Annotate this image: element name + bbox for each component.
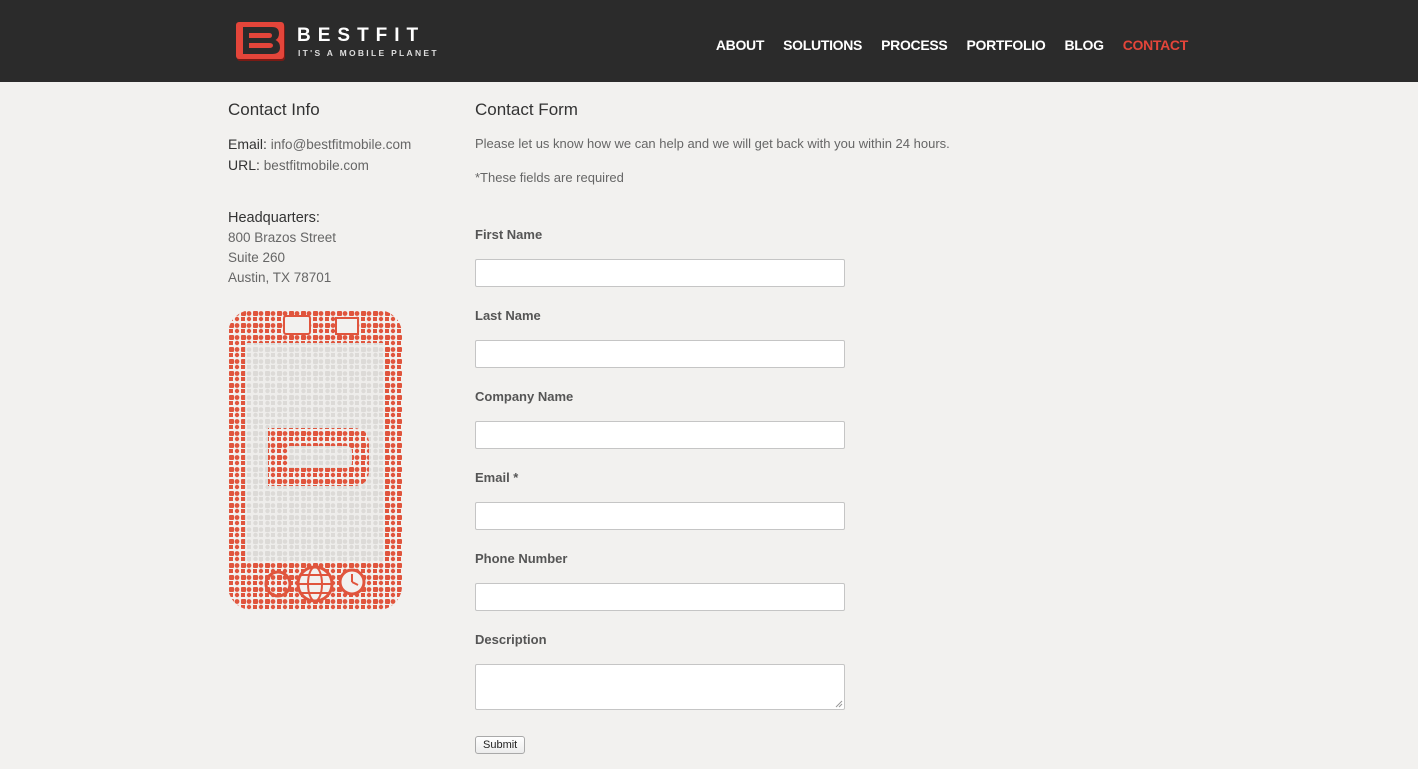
first-name-label: First Name bbox=[475, 227, 543, 242]
url-line: URL: bestfitmobile.com bbox=[228, 155, 438, 176]
email-line: Email: info@bestfitmobile.com bbox=[228, 134, 438, 155]
site-header: BESTFIT IT'S A MOBILE PLANET ABOUT SOLUT… bbox=[0, 0, 1418, 82]
contact-form-title: Contact Form bbox=[475, 100, 578, 119]
bestfit-logo-icon bbox=[236, 22, 285, 61]
address-line: Suite 260 bbox=[228, 250, 286, 265]
email-label: Email: bbox=[228, 136, 267, 152]
nav-about[interactable]: ABOUT bbox=[716, 37, 765, 53]
address-line: 800 Brazos Street bbox=[228, 230, 337, 245]
required-fields-note: *These fields are required bbox=[475, 170, 624, 185]
last-name-label: Last Name bbox=[475, 308, 541, 323]
contact-info-title: Contact Info bbox=[228, 100, 320, 119]
nav-solutions[interactable]: SOLUTIONS bbox=[783, 37, 862, 53]
headquarters-address: 800 Brazos Street Suite 260 Austin, TX 7… bbox=[228, 228, 438, 288]
nav-process[interactable]: PROCESS bbox=[881, 37, 948, 53]
url-label: URL: bbox=[228, 157, 260, 173]
company-name-input[interactable] bbox=[475, 421, 845, 449]
submit-button[interactable]: Submit bbox=[475, 736, 526, 754]
brand-tagline: IT'S A MOBILE PLANET bbox=[298, 48, 439, 58]
description-textarea[interactable] bbox=[475, 664, 845, 710]
email-label: Email * bbox=[475, 470, 519, 485]
mobile-icons-phone-illustration bbox=[228, 310, 402, 610]
email-input[interactable] bbox=[475, 502, 845, 530]
phone-number-label: Phone Number bbox=[475, 551, 568, 566]
url-link[interactable]: bestfitmobile.com bbox=[264, 158, 369, 173]
address-line: Austin, TX 78701 bbox=[228, 270, 332, 285]
contact-details: Email: info@bestfitmobile.com URL: bestf… bbox=[228, 134, 438, 176]
main-nav: ABOUT SOLUTIONS PROCESS PORTFOLIO BLOG C… bbox=[716, 37, 1188, 53]
nav-contact[interactable]: CONTACT bbox=[1123, 37, 1189, 53]
description-label: Description bbox=[475, 632, 547, 647]
phone-number-input[interactable] bbox=[475, 583, 845, 611]
resize-grip-icon[interactable] bbox=[835, 700, 843, 708]
contact-info-column: Contact Info Email: info@bestfitmobile.c… bbox=[228, 100, 438, 610]
nav-portfolio[interactable]: PORTFOLIO bbox=[966, 37, 1045, 53]
form-intro-text: Please let us know how we can help and w… bbox=[475, 136, 950, 151]
contact-form-column: Contact Form Please let us know how we c… bbox=[475, 100, 1075, 754]
nav-blog[interactable]: BLOG bbox=[1064, 37, 1104, 53]
headquarters-title: Headquarters: bbox=[228, 210, 320, 226]
email-link[interactable]: info@bestfitmobile.com bbox=[271, 137, 412, 152]
last-name-input[interactable] bbox=[475, 340, 845, 368]
brand-name: BESTFIT bbox=[297, 25, 426, 46]
first-name-input[interactable] bbox=[475, 259, 845, 287]
company-name-label: Company Name bbox=[475, 389, 574, 404]
